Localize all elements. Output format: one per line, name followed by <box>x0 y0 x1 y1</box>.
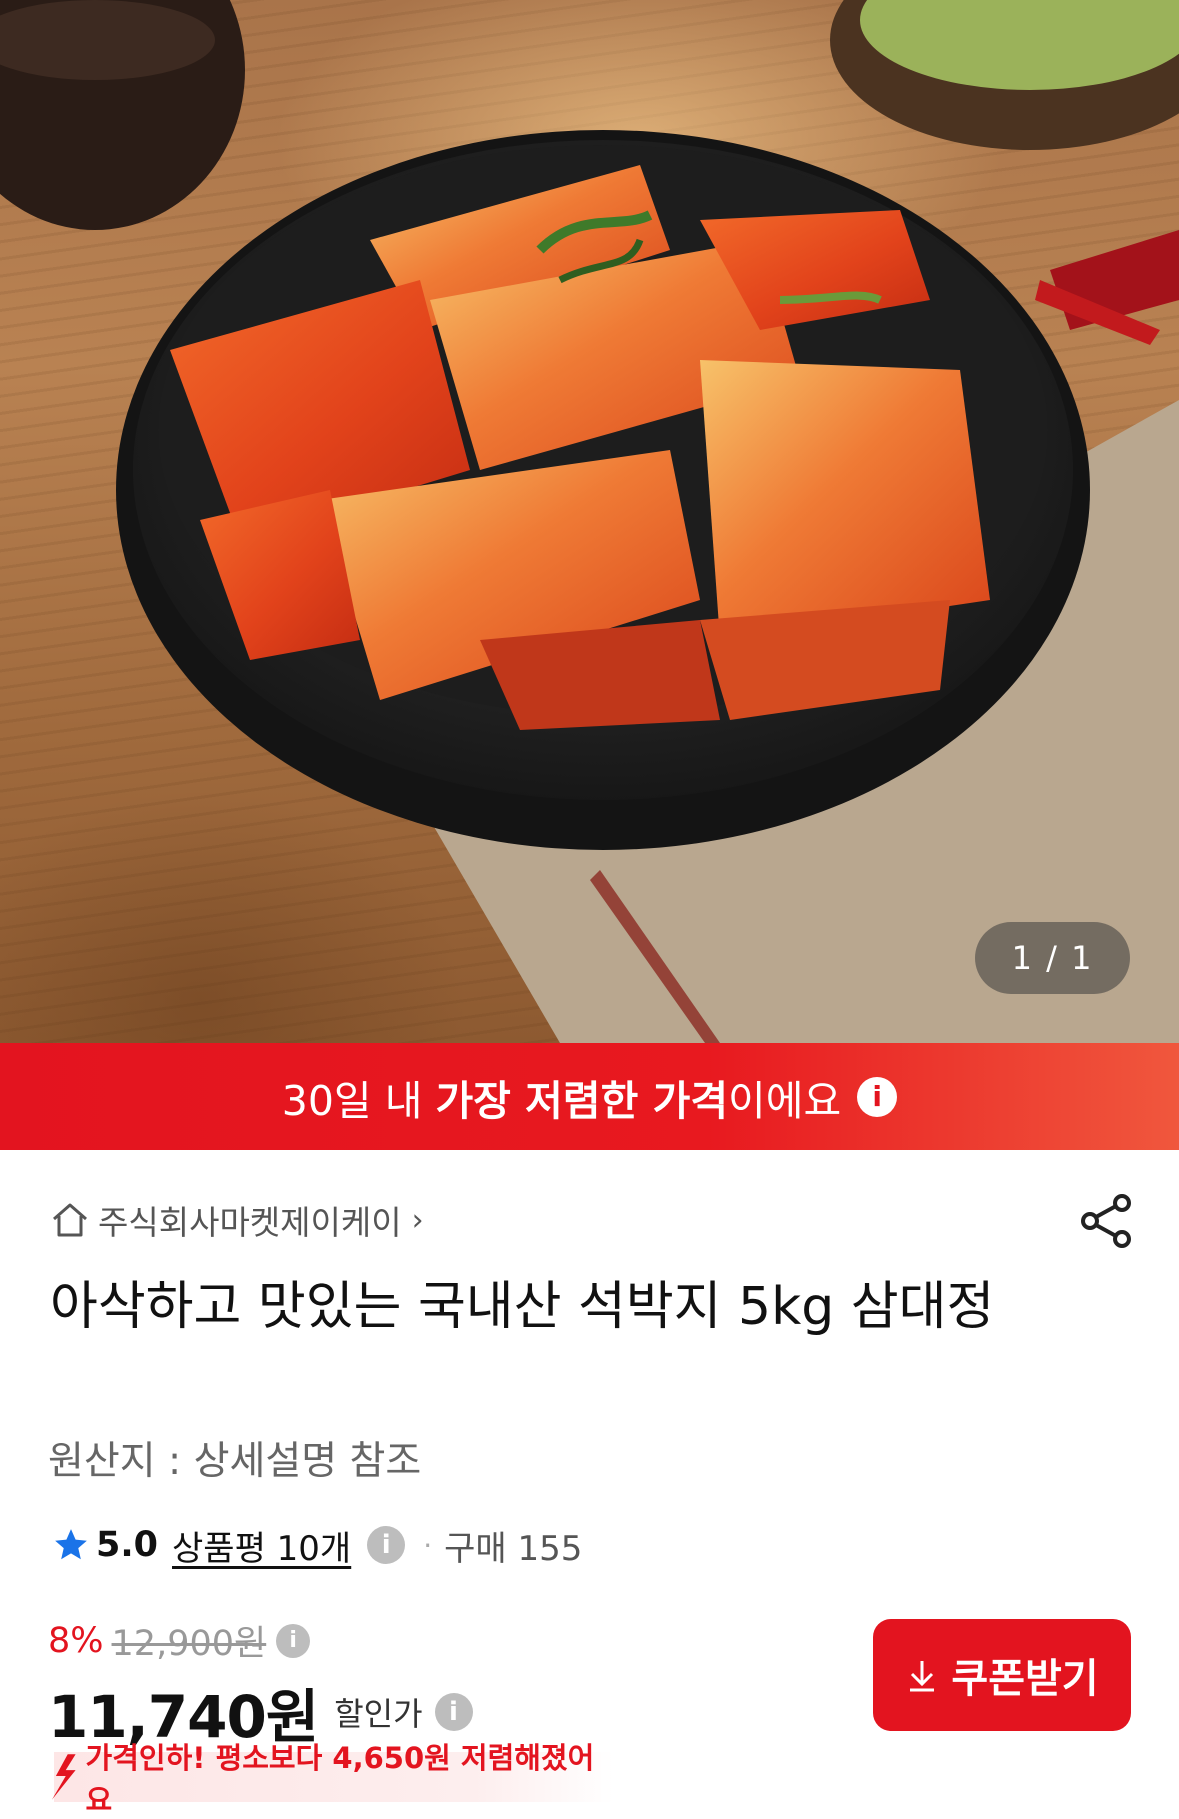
product-origin: 원산지 : 상세설명 참조 <box>48 1439 422 1484</box>
download-icon <box>910 1661 935 1692</box>
lowest-price-banner[interactable]: 30일 내 가장 저렴한 가격 이에요 i <box>0 1043 1179 1150</box>
seller-name: 주식회사마켓제이케이 <box>98 1203 402 1242</box>
info-icon[interactable]: i <box>857 1076 898 1117</box>
home-icon <box>53 1203 87 1237</box>
star-icon <box>55 1529 87 1560</box>
info-icon[interactable]: i <box>367 1526 406 1564</box>
banner-bold: 가장 저렴한 가격 <box>435 1076 729 1125</box>
price-drop-notice: 가격인하! 평소보다 4,650원 저렴해졌어요 <box>51 1741 614 1817</box>
image-counter: 1 / 1 <box>975 922 1130 994</box>
share-button[interactable] <box>1078 1193 1134 1253</box>
review-count-link[interactable]: 상품평 10개 <box>172 1521 351 1570</box>
sale-label: 할인가 <box>334 1695 423 1733</box>
info-icon[interactable]: i <box>434 1693 473 1731</box>
rating-row: 5.0 상품평 10개 i · 구매 155 <box>52 1520 582 1570</box>
banner-suffix: 이에요 <box>728 1076 842 1125</box>
product-image[interactable]: 1 / 1 <box>0 0 1179 1043</box>
product-title: 아삭하고 맛있는 국내산 석박지 5kg 삼대정 <box>50 1277 995 1337</box>
coupon-label: 쿠폰받기 <box>951 1656 1099 1702</box>
rating-score: 5.0 <box>96 1525 159 1565</box>
price-drop-text: 가격인하! 평소보다 4,650원 저렴해졌어요 <box>85 1741 595 1817</box>
info-icon[interactable]: i <box>276 1623 311 1658</box>
chevron-right-icon: › <box>411 1202 424 1238</box>
purchase-count: 구매 155 <box>444 1528 583 1569</box>
coupon-button[interactable]: 쿠폰받기 <box>873 1619 1131 1731</box>
original-price: 12,900원 <box>111 1624 267 1664</box>
discount-row: 8% 12,900원 i <box>48 1615 311 1666</box>
share-icon <box>1081 1194 1131 1248</box>
kkakdugi-product-photo <box>0 0 1179 1043</box>
discount-percent: 8% <box>48 1620 104 1661</box>
seller-link[interactable]: 주식회사마켓제이케이 › <box>50 1196 424 1244</box>
down-arrow-icon <box>51 1754 76 1800</box>
separator-dot: · <box>423 1528 433 1562</box>
banner-prefix: 30일 내 <box>281 1076 436 1125</box>
